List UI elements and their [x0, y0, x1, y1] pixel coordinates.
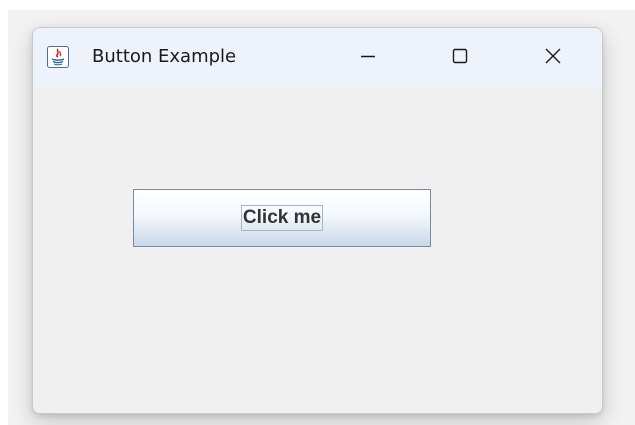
close-button[interactable]	[523, 28, 583, 88]
title-bar[interactable]: Button Example	[33, 28, 602, 88]
close-icon	[543, 46, 563, 70]
maximize-button[interactable]	[430, 28, 490, 88]
maximize-icon	[450, 46, 470, 70]
desktop: Button Example Click me	[0, 0, 635, 425]
window-title: Button Example	[92, 46, 237, 67]
click-me-button[interactable]: Click me	[133, 189, 431, 247]
minimize-button[interactable]	[338, 28, 398, 88]
click-me-label: Click me	[240, 205, 324, 231]
content-panel: Click me	[33, 88, 602, 413]
app-window: Button Example Click me	[32, 27, 603, 414]
minimize-icon	[358, 46, 378, 70]
java-icon[interactable]	[47, 46, 69, 68]
